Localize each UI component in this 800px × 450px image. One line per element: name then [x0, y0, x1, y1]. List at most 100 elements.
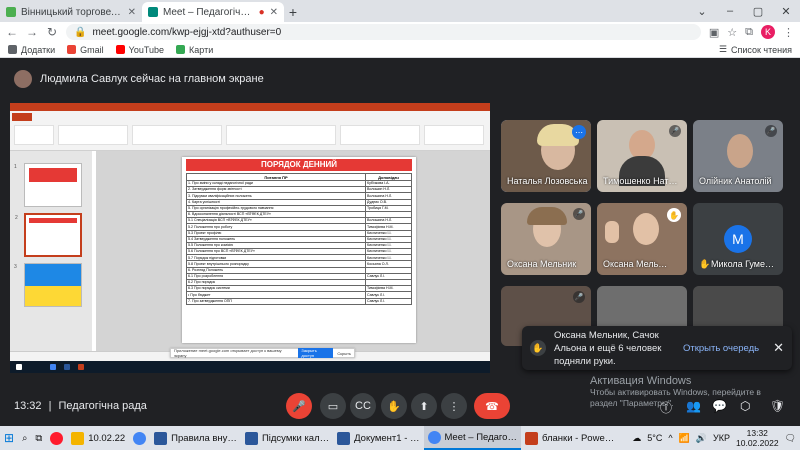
participant-tile-3[interactable]: 🎤 Олійник Анатолій: [693, 120, 783, 192]
taskbar-chrome[interactable]: [129, 426, 150, 450]
tab-label: Вінницький торговельно-економ: [21, 6, 123, 18]
lock-icon: 🔒: [74, 26, 87, 38]
mic-off-icon: 🎤: [292, 400, 306, 413]
windows-logo-icon: ⊞: [4, 431, 15, 445]
browser-tab-2[interactable]: Meet – Педагогічна рада ● ✕: [142, 2, 284, 22]
browser-tab-strip: Вінницький торговельно-економ ✕ Meet – П…: [0, 0, 800, 22]
participant-tile-5[interactable]: ✋ Оксана Мель…: [597, 203, 687, 275]
bookmark-gmail[interactable]: Gmail: [67, 45, 104, 55]
hide-banner-button[interactable]: Скрыть: [337, 351, 351, 356]
raise-hand-button[interactable]: ✋: [381, 393, 407, 419]
taskbar-word-2[interactable]: Підсумки кал…: [241, 426, 333, 450]
search-button[interactable]: ⌕: [18, 426, 31, 450]
taskbar-opera[interactable]: [46, 426, 67, 450]
bookmark-label: Gmail: [80, 44, 104, 55]
taskbar-meet[interactable]: Meet – Педаго…: [423, 426, 521, 450]
maximize-button[interactable]: ▢: [744, 0, 772, 22]
slide-title: ПОРЯДОК ДЕННИЙ: [186, 159, 412, 171]
word-icon: [154, 431, 168, 445]
more-options-button[interactable]: ⋮: [441, 393, 467, 419]
tray-chevron-icon[interactable]: ^: [668, 433, 672, 443]
youtube-icon: [115, 45, 125, 54]
slide-thumb-3: 3: [14, 263, 82, 307]
agenda-item: 7. Про затвердження ОПП: [186, 297, 366, 305]
agenda-col-left: Питання ПР: [186, 173, 366, 181]
language-indicator[interactable]: УКР: [713, 433, 730, 443]
reading-list-icon: ☰: [718, 44, 727, 54]
bookmark-apps[interactable]: Додатки: [8, 45, 55, 55]
participant-name: Оксана Мель…: [603, 259, 668, 269]
participant-tile-6[interactable]: M Микола Гуме… ✋: [693, 203, 783, 275]
taskbar-word-3[interactable]: Документ1 - …: [333, 426, 423, 450]
clock[interactable]: 13:32 10.02.2022: [736, 428, 779, 448]
raised-hand: [605, 221, 619, 243]
notifications-icon[interactable]: 🗨: [785, 433, 796, 444]
clock-date: 10.02.2022: [736, 438, 779, 448]
chat-icon[interactable]: 💬: [712, 399, 727, 413]
bookmark-maps[interactable]: Карти: [176, 45, 213, 55]
bookmark-label: Додатки: [21, 44, 56, 55]
people-icon[interactable]: 👥: [686, 399, 701, 413]
tab-close-icon[interactable]: ✕: [270, 7, 278, 18]
camera-toggle-button[interactable]: ▭: [320, 393, 346, 419]
participant-name: Оксана Мельник: [507, 259, 577, 269]
weather-icon[interactable]: ☁: [632, 433, 641, 444]
task-view-button[interactable]: ⧉: [31, 426, 46, 450]
more-vert-icon: ⋮: [448, 400, 460, 413]
menu-icon[interactable]: ⋮: [783, 26, 794, 39]
forward-icon[interactable]: →: [26, 25, 38, 39]
profile-avatar[interactable]: K: [761, 25, 775, 39]
tab-search-icon[interactable]: ⌄: [688, 0, 716, 22]
start-button[interactable]: ⊞: [0, 426, 18, 450]
close-icon[interactable]: ✕: [773, 340, 784, 356]
present-button[interactable]: ⬆: [411, 393, 437, 419]
powerpoint-icon: [524, 431, 538, 445]
volume-icon[interactable]: 🔊: [696, 433, 707, 444]
host-controls-icon[interactable]: 🛡: [770, 399, 785, 413]
participant-tile-1[interactable]: ⋯ Наталья Лозовська: [501, 120, 591, 192]
extensions-icon[interactable]: ⧉: [745, 26, 753, 39]
bookmark-youtube[interactable]: YouTube: [115, 44, 165, 55]
meeting-name: Педагогічна рада: [58, 400, 147, 412]
stop-sharing-button[interactable]: Закрыть доступ: [298, 348, 334, 358]
apps-icon: [8, 45, 17, 54]
mic-off-icon: 🎤: [765, 125, 777, 137]
camera-indicator-icon[interactable]: ▣: [709, 26, 719, 39]
shared-screen[interactable]: 1 2 3 ПОРЯДОК ДЕННИЙ Питання ПР Доповіда…: [10, 103, 490, 373]
leave-call-button[interactable]: ☎: [474, 393, 510, 419]
participant-tile-2[interactable]: 🎤 Тимошенко Нат…: [597, 120, 687, 192]
taskbar-folder[interactable]: 10.02.22: [67, 426, 129, 450]
open-queue-button[interactable]: Открыть очередь: [683, 343, 759, 354]
raised-hand-icon: ✋: [699, 259, 711, 269]
folder-icon: [71, 431, 85, 445]
participant-tile-4[interactable]: 🎤 Оксана Мельник: [501, 203, 591, 275]
mic-toggle-button[interactable]: 🎤: [286, 393, 312, 419]
star-icon[interactable]: ☆: [727, 26, 737, 39]
info-icon[interactable]: ⓘ: [660, 399, 672, 416]
browser-tab-1[interactable]: Вінницький торговельно-економ ✕: [0, 2, 142, 22]
taskbar-powerpoint[interactable]: бланки - Powe…: [521, 426, 618, 450]
weather-temp[interactable]: 5°C: [647, 433, 662, 443]
thumb-title-bar: [29, 168, 77, 182]
more-options-icon[interactable]: ⋯: [572, 125, 586, 139]
activities-icon[interactable]: ⬡: [740, 399, 750, 413]
reload-icon[interactable]: ↻: [46, 25, 58, 39]
reading-list[interactable]: ☰ Список чтения: [719, 44, 792, 55]
network-icon[interactable]: 📶: [679, 433, 690, 444]
ribbon-group: [226, 125, 336, 145]
captions-button[interactable]: CC: [350, 393, 376, 419]
omnibox[interactable]: 🔒 meet.google.com/kwp-ejgj-xtd?authuser=…: [66, 24, 701, 40]
bookmark-label: YouTube: [128, 44, 165, 55]
meeting-separator: |: [48, 400, 52, 412]
close-window-button[interactable]: ✕: [772, 0, 800, 22]
chrome-icon: [133, 431, 147, 445]
thumb-number: 1: [14, 164, 17, 170]
taskbar-word-1[interactable]: Правила вну…: [150, 426, 241, 450]
new-tab-button[interactable]: +: [284, 2, 302, 22]
bookmarks-bar: Додатки Gmail YouTube Карти ☰ Список чтен…: [0, 42, 800, 58]
minimize-button[interactable]: –: [716, 0, 744, 22]
chrome-icon: [427, 430, 441, 444]
tab-close-icon[interactable]: ✕: [128, 7, 136, 18]
back-icon[interactable]: ←: [6, 25, 18, 39]
slide-canvas: ПОРЯДОК ДЕННИЙ Питання ПР Доповідач 1. П…: [96, 151, 490, 351]
